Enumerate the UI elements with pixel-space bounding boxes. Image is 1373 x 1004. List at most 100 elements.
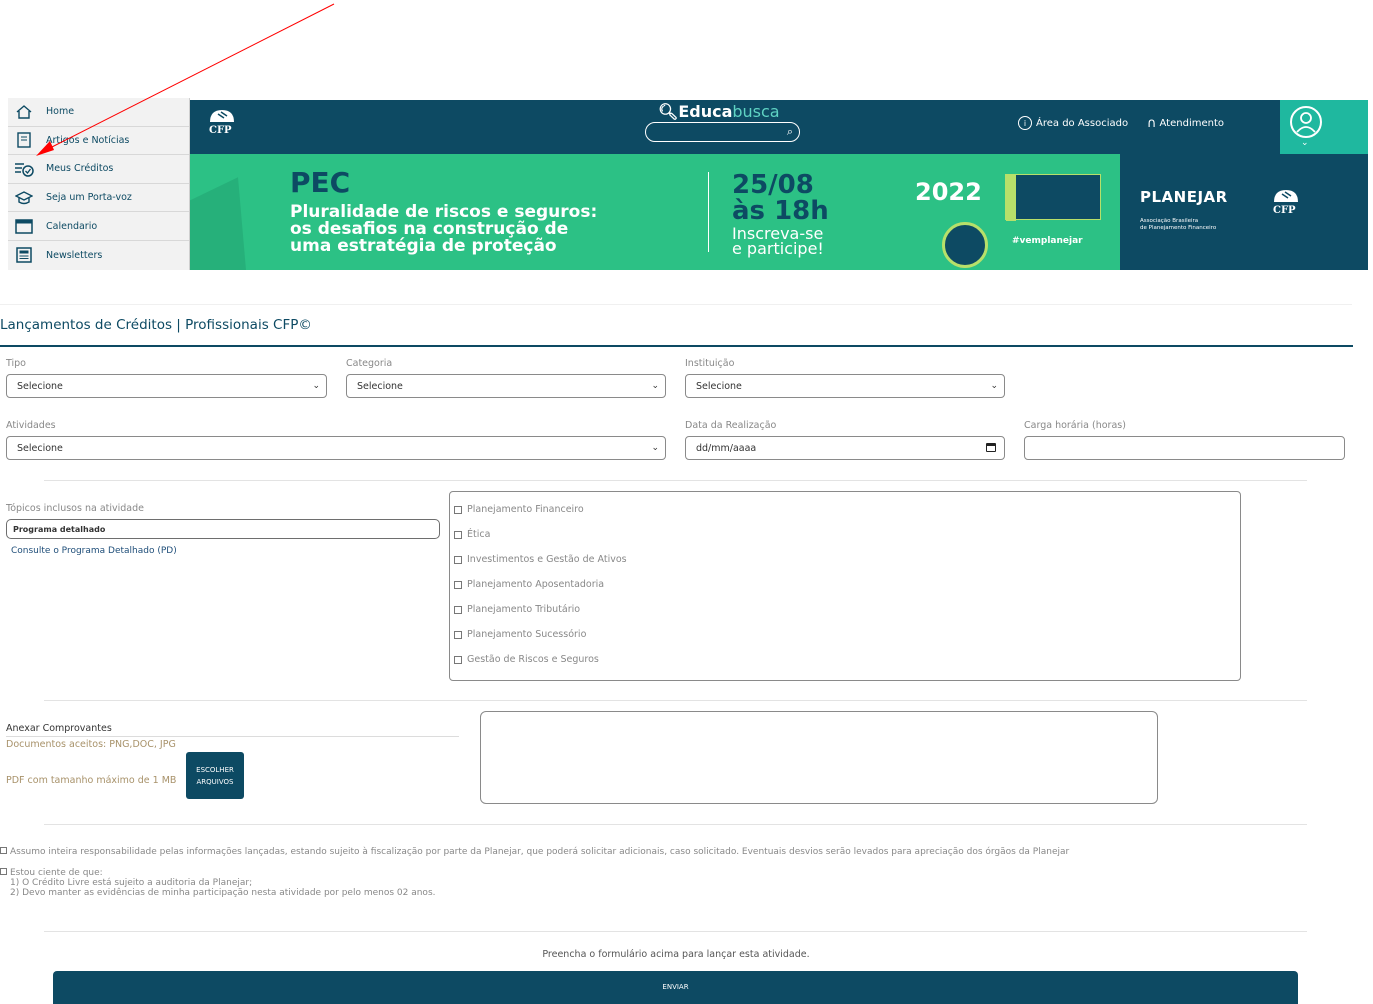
divider (44, 700, 1307, 701)
headset-icon: ∩ (1147, 116, 1157, 131)
sidebar-item-label: Calendario (46, 220, 98, 232)
topic-planejamento-financeiro[interactable]: Planejamento Financeiro (454, 504, 584, 515)
user-avatar-icon (1290, 106, 1322, 138)
sidebar-menu: Home Artigos e Notícias Meus Créditos Se… (8, 98, 190, 270)
topic-sucessorio[interactable]: Planejamento Sucessório (454, 629, 586, 640)
checkbox[interactable] (454, 605, 462, 614)
sidebar-item-home[interactable]: Home (8, 98, 189, 127)
data-realizacao-input[interactable]: dd/mm/aaaa (685, 436, 1005, 460)
topic-etica[interactable]: Ética (454, 529, 490, 540)
tipo-select[interactable]: Selecione ⌄ (6, 374, 327, 398)
banner-cta: Inscreva-se e participe! (732, 224, 824, 258)
sidebar-item-calendar[interactable]: Calendario (8, 212, 189, 241)
support-link[interactable]: ∩ Atendimento (1147, 116, 1224, 131)
home-icon (14, 104, 34, 120)
checkbox[interactable] (454, 630, 462, 639)
programa-detalhado-link[interactable]: Consulte o Programa Detalhado (PD) (11, 546, 177, 556)
banner-year: 2022 (915, 178, 982, 206)
topic-investimentos[interactable]: Investimentos e Gestão de Ativos (454, 554, 627, 565)
file-drop-area[interactable] (480, 711, 1158, 804)
sidebar-item-label: Meus Créditos (46, 163, 114, 175)
declaration-responsibility[interactable]: Assumo inteira responsabilidade pelas in… (0, 847, 1069, 857)
chevron-down-icon: ⌄ (990, 381, 998, 391)
calendar-icon (14, 218, 34, 234)
carga-horaria-input[interactable] (1024, 436, 1345, 460)
atividades-label: Atividades (6, 420, 56, 431)
fill-form-message: Preencha o formulário acima para lançar … (542, 949, 810, 960)
checkbox[interactable] (454, 655, 462, 664)
calendar-icon[interactable] (986, 443, 996, 452)
section-separator (0, 304, 1352, 305)
cfp-seal-icon (942, 222, 988, 268)
page-title: Lançamentos de Créditos | Profissionais … (0, 317, 312, 333)
pec-badge (1005, 174, 1101, 221)
sidebar-item-label: Artigos e Notícias (46, 134, 130, 146)
checkbox[interactable] (454, 505, 462, 514)
info-icon: i (1018, 116, 1032, 130)
topics-checkbox-list: Planejamento Financeiro Ética Investimen… (449, 491, 1241, 681)
newsletter-icon (14, 247, 34, 264)
tipo-label: Tipo (6, 358, 26, 369)
graduation-icon (14, 190, 34, 206)
checkbox[interactable] (454, 555, 462, 564)
topic-tributario[interactable]: Planejamento Tributário (454, 604, 580, 615)
checkbox[interactable] (0, 847, 7, 854)
chevron-down-icon: ⌄ (312, 381, 320, 391)
sidebar-item-credits[interactable]: Meus Créditos (8, 155, 189, 184)
programa-detalhado-input[interactable]: Programa detalhado (6, 519, 440, 539)
instituicao-label: Instituição (685, 358, 735, 369)
user-menu-button[interactable]: ⌄ (1280, 100, 1368, 154)
checkbox[interactable] (454, 580, 462, 589)
divider (44, 931, 1307, 932)
banner-subtitle: Pluralidade de riscos e seguros: os desa… (290, 202, 598, 256)
divider (44, 480, 1307, 481)
sidebar-item-newsletters[interactable]: Newsletters (8, 240, 189, 270)
declaration-aware[interactable]: Estou ciente de que: 1) O Crédito Livre … (0, 868, 436, 898)
banner-date: 25/08 às 18h (732, 170, 829, 226)
sidebar-item-label: Seja um Porta-voz (46, 192, 132, 204)
categoria-select[interactable]: Selecione ⌄ (346, 374, 666, 398)
educabusca-search-input[interactable]: ⌕ (645, 122, 800, 142)
submit-button[interactable]: ENVIAR (53, 971, 1298, 1004)
divider (708, 172, 709, 252)
topic-aposentadoria[interactable]: Planejamento Aposentadoria (454, 579, 604, 590)
chevron-down-icon: ⌄ (651, 443, 659, 453)
anexar-label: Anexar Comprovantes (6, 723, 112, 734)
sidebar-item-label: Home (46, 106, 75, 118)
associate-area-link[interactable]: i Área do Associado (1018, 116, 1128, 130)
sidebar-item-spokesperson[interactable]: Seja um Porta-voz (8, 183, 189, 213)
divider (44, 824, 1307, 825)
search-logo-icon: 🔍︎ (658, 102, 679, 121)
banner-hashtag: #vemplanejar (1012, 236, 1083, 246)
divider (6, 736, 459, 737)
checkbox[interactable] (454, 530, 462, 539)
planejar-panel: PLANEJAR Associação Brasileira de Planej… (1120, 154, 1368, 270)
atividades-select[interactable]: Selecione ⌄ (6, 436, 666, 460)
sidebar-item-label: Newsletters (46, 249, 103, 261)
max-size-text: PDF com tamanho máximo de 1 MB (6, 775, 177, 786)
site-header: CFP 🔍︎Educabusca ⌕ i Área do Associado ∩… (190, 100, 1368, 154)
topic-riscos-seguros[interactable]: Gestão de Riscos e Seguros (454, 654, 599, 665)
cfp-logo-icon: CFP (1273, 190, 1298, 216)
pec-event-banner[interactable]: PEC Pluralidade de riscos e seguros: os … (190, 154, 1368, 270)
svg-text:CFP: CFP (1273, 205, 1296, 216)
search-icon[interactable]: ⌕ (787, 125, 793, 139)
leaf-decoration (190, 177, 246, 270)
svg-text:CFP: CFP (209, 125, 232, 136)
chevron-down-icon: ⌄ (1301, 138, 1309, 148)
checkbox[interactable] (0, 868, 7, 875)
article-icon (14, 132, 34, 149)
sidebar-item-articles[interactable]: Artigos e Notícias (8, 126, 189, 156)
educabusca-logo[interactable]: 🔍︎Educabusca (658, 102, 780, 121)
planejar-logo: PLANEJAR (1140, 188, 1228, 206)
choose-files-button[interactable]: ESCOLHER ARQUIVOS (186, 752, 244, 799)
data-realizacao-label: Data da Realização (685, 420, 777, 431)
cfp-logo-icon[interactable]: CFP (204, 106, 240, 136)
instituicao-select[interactable]: Selecione ⌄ (685, 374, 1005, 398)
categoria-label: Categoria (346, 358, 393, 369)
credits-icon (14, 161, 34, 177)
topicos-label: Tópicos inclusos na atividade (6, 503, 144, 514)
planejar-subtitle: Associação Brasileira de Planejamento Fi… (1140, 218, 1217, 231)
chevron-down-icon: ⌄ (651, 381, 659, 391)
accepted-docs-text: Documentos aceitos: PNG,DOC, JPG (6, 739, 176, 750)
